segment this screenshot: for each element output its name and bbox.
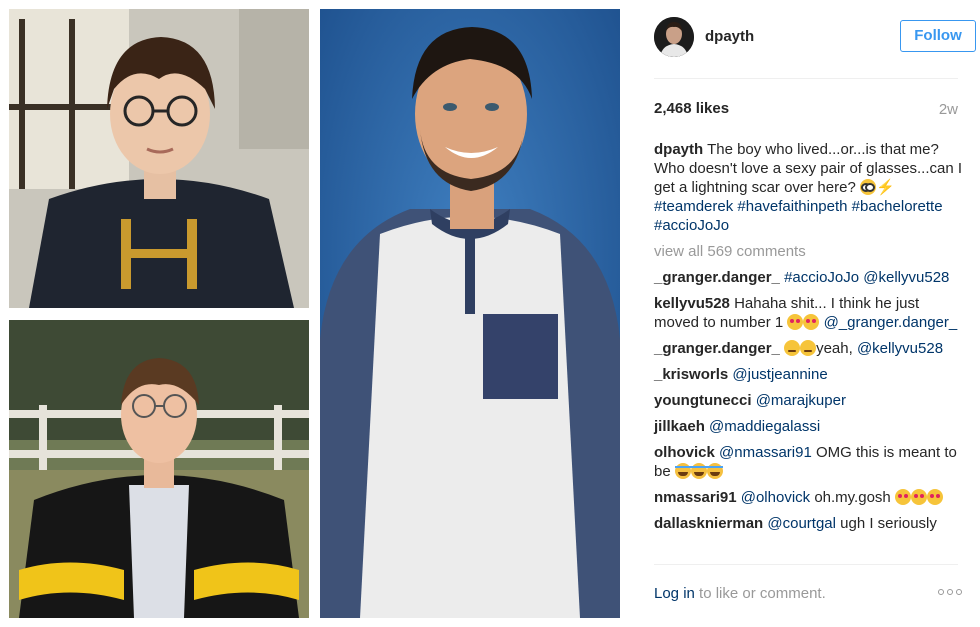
- post-image[interactable]: [0, 0, 628, 627]
- mention-link[interactable]: @kellyvu528: [857, 340, 943, 357]
- comment-item: _krisworls @justjeannine: [654, 365, 964, 384]
- comment-username[interactable]: youngtunecci: [654, 392, 752, 409]
- mention-link[interactable]: @marajkuper: [756, 392, 846, 409]
- hashtag-teamderek[interactable]: #teamderek: [654, 198, 733, 215]
- comment-item: jillkaeh @maddiegalassi: [654, 417, 964, 436]
- comment-username[interactable]: dallasknierman: [654, 515, 763, 532]
- tears-of-joy-emoji-icon: [674, 463, 691, 479]
- login-prompt-text: to like or comment.: [694, 585, 826, 602]
- divider: [654, 78, 958, 79]
- comment-item: dallasknierman @courtgal ugh I seriously: [654, 514, 964, 533]
- hashtag-bachelorette[interactable]: #bachelorette: [852, 198, 943, 215]
- comment-text: yeah,: [816, 340, 857, 357]
- mention-link[interactable]: @kellyvu528: [863, 269, 949, 286]
- post-age[interactable]: 2w: [939, 101, 958, 118]
- heart-eyes-emoji-icon: [803, 314, 820, 330]
- mention-link[interactable]: @nmassari91: [719, 444, 812, 461]
- mention-link[interactable]: @_granger.danger_: [824, 314, 958, 331]
- divider: [654, 564, 958, 565]
- photo-childhood: [9, 320, 309, 618]
- hashtag-acciojojo[interactable]: #accioJoJo: [784, 269, 859, 286]
- comment-item: _granger.danger_ #accioJoJo @kellyvu528: [654, 268, 964, 287]
- mention-link[interactable]: @justjeannine: [732, 366, 827, 383]
- comment-text: oh.my.gosh: [810, 489, 895, 506]
- heart-eyes-emoji-icon: [910, 489, 927, 505]
- hashtag-acciojojo[interactable]: #accioJoJo: [654, 217, 729, 234]
- username[interactable]: dpayth: [705, 28, 754, 45]
- heart-eyes-emoji-icon: [787, 314, 804, 330]
- follow-button[interactable]: Follow: [900, 20, 976, 52]
- likes-count[interactable]: 2,468 likes: [654, 100, 729, 117]
- mention-link[interactable]: @maddiegalassi: [709, 418, 820, 435]
- comment-username[interactable]: _granger.danger_: [654, 269, 780, 286]
- comment-list: dpayth The boy who lived...or...is that …: [654, 140, 964, 540]
- comment-username[interactable]: kellyvu528: [654, 295, 730, 312]
- post-footer: Log in to like or comment.: [654, 585, 962, 602]
- more-options-icon[interactable]: [938, 589, 962, 595]
- post-header: dpayth Follow: [654, 16, 976, 60]
- view-all-comments-link[interactable]: view all 569 comments: [654, 242, 964, 261]
- photo-adult-portrait: [320, 9, 620, 618]
- tears-of-joy-emoji-icon: [706, 463, 723, 479]
- caption: dpayth The boy who lived...or...is that …: [654, 140, 964, 235]
- avatar[interactable]: [654, 17, 694, 57]
- comment-username[interactable]: nmassari91: [654, 489, 737, 506]
- smirk-emoji-icon: [784, 340, 801, 356]
- smirk-emoji-icon: [800, 340, 817, 356]
- comment-username[interactable]: jillkaeh: [654, 418, 705, 435]
- heart-eyes-emoji-icon: [894, 489, 911, 505]
- comment-text: ugh I seriously: [835, 515, 937, 532]
- mention-link[interactable]: @courtgal: [767, 515, 836, 532]
- comment-username[interactable]: _krisworls: [654, 366, 728, 383]
- comment-username[interactable]: olhovick: [654, 444, 715, 461]
- comment-item: olhovick @nmassari91 OMG this is meant t…: [654, 443, 964, 481]
- comment-item: kellyvu528 Hahaha shit... I think he jus…: [654, 294, 964, 332]
- heart-eyes-emoji-icon: [926, 489, 943, 505]
- nerd-face-emoji-icon: [859, 179, 876, 195]
- comment-item: nmassari91 @olhovick oh.my.gosh: [654, 488, 964, 507]
- mention-link[interactable]: @olhovick: [741, 489, 810, 506]
- comment-username[interactable]: _granger.danger_: [654, 340, 780, 357]
- hashtag-havefaithinpeth[interactable]: #havefaithinpeth: [737, 198, 847, 215]
- login-link[interactable]: Log in: [654, 585, 695, 602]
- post-panel: dpayth Follow 2,468 likes 2w dpayth The …: [636, 0, 980, 627]
- lightning-bolt-icon: ⚡: [875, 179, 895, 196]
- caption-username[interactable]: dpayth: [654, 141, 703, 158]
- photo-young-harry-potter: [9, 9, 309, 308]
- tears-of-joy-emoji-icon: [690, 463, 707, 479]
- comment-item: _granger.danger_ yeah, @kellyvu528: [654, 339, 964, 358]
- comment-item: youngtunecci @marajkuper: [654, 391, 964, 410]
